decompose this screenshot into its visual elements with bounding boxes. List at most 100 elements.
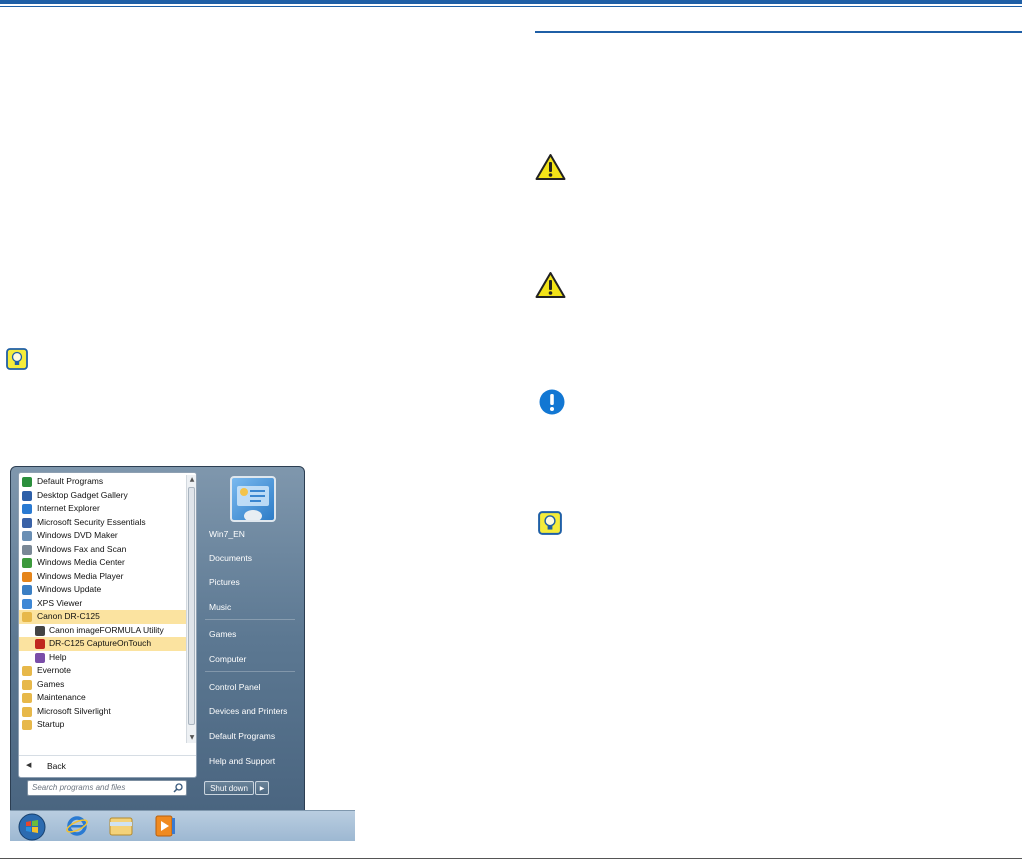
program-label: Canon imageFORMULA Utility bbox=[49, 624, 164, 635]
important-icon bbox=[539, 389, 565, 415]
start-menu-link[interactable]: Games bbox=[201, 625, 301, 643]
program-item[interactable]: Help bbox=[19, 651, 186, 665]
back-label: Back bbox=[47, 761, 66, 771]
program-item[interactable]: Evernote bbox=[19, 664, 186, 678]
default-programs-icon bbox=[22, 477, 32, 487]
start-menu-link[interactable]: Control Panel bbox=[201, 678, 301, 696]
taskbar bbox=[10, 810, 355, 841]
program-label: Desktop Gadget Gallery bbox=[37, 489, 128, 500]
search-icon bbox=[173, 783, 183, 793]
program-label: Games bbox=[37, 678, 65, 689]
media-player-icon[interactable] bbox=[154, 814, 176, 838]
program-item[interactable]: XPS Viewer bbox=[19, 597, 186, 611]
program-item[interactable]: Canon imageFORMULA Utility bbox=[19, 624, 186, 638]
start-menu-link[interactable]: Pictures bbox=[201, 573, 301, 591]
start-orb-icon[interactable] bbox=[18, 813, 46, 841]
start-menu-link[interactable]: Documents bbox=[201, 549, 301, 567]
program-label: Microsoft Security Essentials bbox=[37, 516, 146, 527]
shutdown-button[interactable]: Shut down bbox=[204, 781, 254, 795]
internet-explorer-icon bbox=[22, 504, 32, 514]
caution-icon bbox=[535, 272, 566, 298]
header-rule-thin bbox=[0, 6, 1022, 7]
program-item[interactable]: Desktop Gadget Gallery bbox=[19, 489, 186, 503]
media-center-icon bbox=[22, 558, 32, 568]
program-item[interactable]: Windows Update bbox=[19, 583, 186, 597]
programs-scrollbar[interactable]: ▲ ▼ bbox=[186, 475, 196, 743]
program-item[interactable]: Windows Media Player bbox=[19, 570, 186, 584]
search-placeholder: Search programs and files bbox=[32, 783, 126, 792]
fax-scan-icon bbox=[22, 544, 32, 555]
program-item[interactable]: Internet Explorer bbox=[19, 502, 186, 516]
scroll-thumb[interactable] bbox=[188, 487, 195, 725]
program-label: Startup bbox=[37, 719, 65, 729]
programs-list: Default Programs Desktop Gadget Gallery In… bbox=[19, 475, 186, 732]
user-picture[interactable] bbox=[230, 476, 276, 522]
program-label: Microsoft Silverlight bbox=[37, 705, 111, 716]
folder-icon bbox=[22, 679, 32, 690]
program-label: Windows Media Player bbox=[37, 570, 124, 581]
help-icon bbox=[35, 652, 45, 663]
program-item[interactable]: Microsoft Security Essentials bbox=[19, 516, 186, 530]
folder-icon bbox=[22, 720, 32, 730]
internet-explorer-icon[interactable] bbox=[65, 814, 89, 838]
user-picture-icon bbox=[237, 486, 269, 520]
media-player-icon bbox=[22, 571, 32, 582]
back-button[interactable]: ◀ Back bbox=[19, 755, 196, 775]
program-label: Maintenance bbox=[37, 692, 86, 702]
windows-update-icon bbox=[22, 585, 32, 595]
folder-icon bbox=[22, 666, 32, 676]
program-label: Windows DVD Maker bbox=[37, 530, 118, 540]
footer-rule bbox=[0, 858, 1022, 859]
program-item[interactable]: Default Programs bbox=[19, 475, 186, 489]
program-item[interactable]: Maintenance bbox=[19, 691, 186, 705]
program-label: DR-C125 CaptureOnTouch bbox=[49, 638, 152, 648]
program-label: Default Programs bbox=[37, 476, 104, 486]
start-menu-link[interactable]: Devices and Printers bbox=[201, 702, 301, 720]
programs-pane: Default Programs Desktop Gadget Gallery In… bbox=[18, 472, 197, 778]
folder-icon bbox=[22, 693, 32, 703]
program-item[interactable]: Windows DVD Maker bbox=[19, 529, 186, 543]
start-menu-link[interactable]: Default Programs bbox=[201, 727, 301, 745]
program-label: Evernote bbox=[37, 665, 72, 675]
menu-separator bbox=[205, 619, 295, 620]
shutdown-options-button[interactable]: ▶ bbox=[255, 781, 269, 795]
back-arrow-icon: ◀ bbox=[26, 762, 32, 769]
program-label: Internet Explorer bbox=[37, 503, 100, 513]
search-input[interactable]: Search programs and files bbox=[27, 780, 187, 796]
caution-icon bbox=[535, 154, 566, 180]
section-rule bbox=[535, 31, 1022, 33]
folder-icon bbox=[22, 706, 32, 717]
program-item[interactable]: Microsoft Silverlight bbox=[19, 705, 186, 719]
file-explorer-icon[interactable] bbox=[108, 814, 134, 838]
program-label: Windows Update bbox=[37, 584, 102, 594]
program-label: Windows Fax and Scan bbox=[37, 543, 127, 554]
security-essentials-icon bbox=[22, 517, 32, 528]
program-item[interactable]: Games bbox=[19, 678, 186, 692]
program-label: Windows Media Center bbox=[37, 557, 125, 567]
program-item[interactable]: Canon DR-C125 bbox=[19, 610, 186, 624]
start-menu-link[interactable]: Computer bbox=[201, 650, 301, 668]
program-item[interactable]: Startup bbox=[19, 718, 186, 732]
program-label: XPS Viewer bbox=[37, 597, 83, 608]
scroll-down-icon[interactable]: ▼ bbox=[187, 733, 196, 743]
scroll-up-icon[interactable]: ▲ bbox=[187, 475, 196, 485]
hint-icon bbox=[538, 511, 562, 535]
hint-icon bbox=[6, 348, 28, 370]
program-item[interactable]: DR-C125 CaptureOnTouch bbox=[19, 637, 186, 651]
start-menu: Default Programs Desktop Gadget Gallery In… bbox=[10, 466, 305, 812]
folder-icon bbox=[22, 612, 32, 622]
program-label: Help bbox=[49, 651, 67, 662]
start-menu-link[interactable]: Help and Support bbox=[201, 752, 301, 770]
gadget-gallery-icon bbox=[22, 490, 32, 501]
captureontouch-icon bbox=[35, 639, 45, 649]
xps-viewer-icon bbox=[22, 598, 32, 609]
start-menu-link[interactable]: Win7_EN bbox=[201, 525, 301, 543]
menu-separator bbox=[205, 671, 295, 672]
start-menu-link[interactable]: Music bbox=[201, 598, 301, 616]
program-item[interactable]: Windows Media Center bbox=[19, 556, 186, 570]
dvd-maker-icon bbox=[22, 531, 32, 541]
program-item[interactable]: Windows Fax and Scan bbox=[19, 543, 186, 557]
header-rule-thick bbox=[0, 0, 1022, 4]
program-label: Canon DR-C125 bbox=[37, 611, 100, 621]
utility-icon bbox=[35, 625, 45, 636]
